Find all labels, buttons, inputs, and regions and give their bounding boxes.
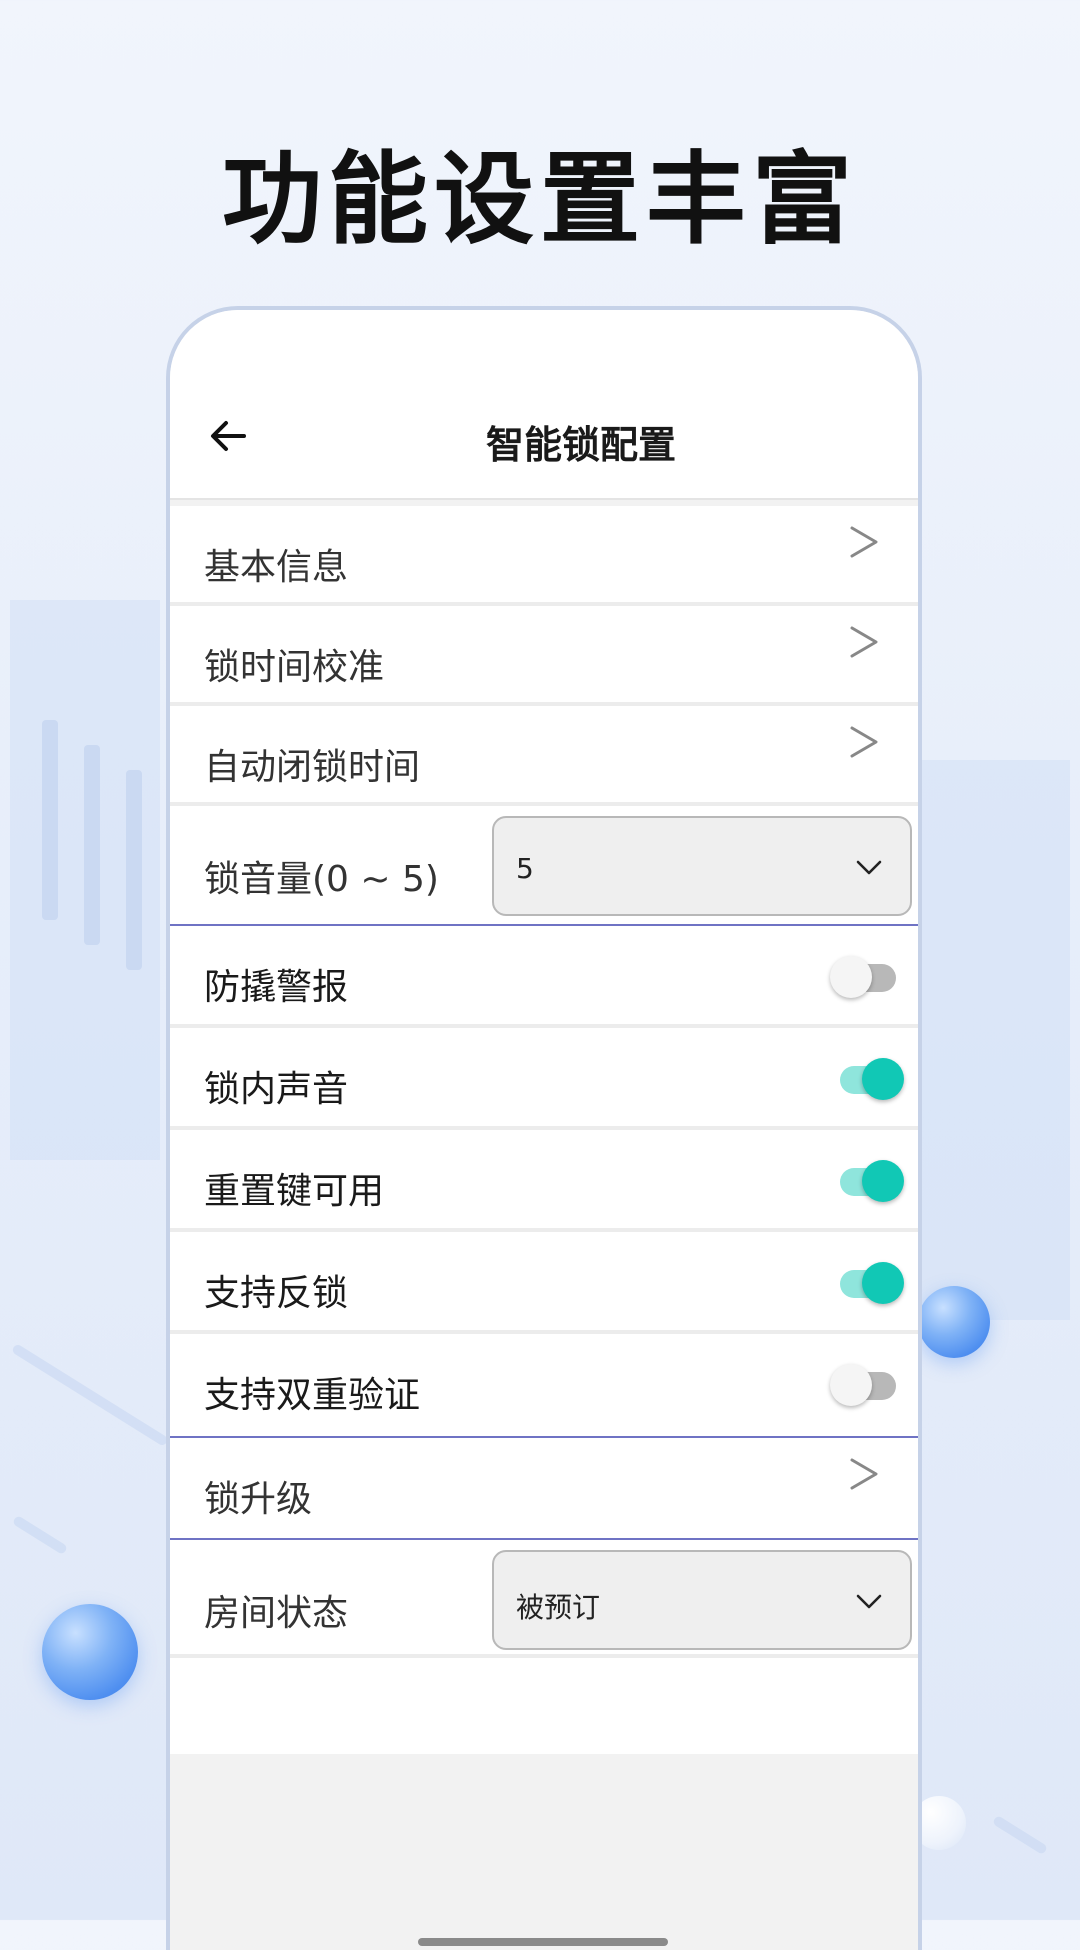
toggle-row-reset-key: 重置键可用	[170, 1130, 918, 1232]
menu-item-lock-upgrade[interactable]: 锁升级	[170, 1438, 918, 1538]
toggle-switch[interactable]	[830, 1052, 904, 1104]
room-status-label: 房间状态	[204, 1593, 349, 1634]
menu-item-lock-time-calibration[interactable]: 锁时间校准	[170, 606, 918, 706]
bg-stripe	[11, 1343, 169, 1447]
toggle-row-two-factor: 支持双重验证	[170, 1334, 918, 1436]
volume-select-value: 5	[516, 852, 534, 885]
menu-item-label: 基本信息	[204, 547, 349, 588]
volume-select[interactable]: 5	[492, 816, 912, 916]
room-status-select[interactable]: 被预订	[492, 1550, 912, 1650]
menu-item-label: 锁时间校准	[204, 647, 385, 688]
toggle-switch[interactable]	[830, 1154, 904, 1206]
toggle-switch[interactable]	[830, 1358, 904, 1410]
chevron-down-icon	[856, 860, 882, 875]
toggle-label: 重置键可用	[204, 1171, 385, 1212]
chevron-right-icon	[850, 626, 878, 658]
toggle-row-deadlock: 支持反锁	[170, 1232, 918, 1334]
toggle-label: 防撬警报	[204, 967, 349, 1008]
home-indicator[interactable]	[418, 1938, 668, 1946]
chevron-right-icon	[850, 1458, 878, 1490]
toggle-label: 锁内声音	[204, 1069, 349, 1110]
toggle-row-lock-sound: 锁内声音	[170, 1028, 918, 1130]
menu-item-basic-info[interactable]: 基本信息	[170, 506, 918, 606]
app-header: 智能锁配置	[170, 310, 918, 500]
toggle-label: 支持反锁	[204, 1273, 349, 1314]
room-status-row: 房间状态 被预订	[170, 1540, 918, 1658]
screen-title: 智能锁配置	[485, 423, 676, 467]
bg-column	[126, 770, 142, 970]
room-status-value: 被预订	[516, 1591, 601, 1624]
bg-stripe	[11, 1514, 69, 1556]
bg-stripe	[991, 1814, 1049, 1856]
volume-setting-row: 锁音量(0 ~ 5) 5	[170, 806, 918, 924]
toggle-switch[interactable]	[830, 1256, 904, 1308]
chevron-right-icon	[850, 526, 878, 558]
menu-item-auto-lock-time[interactable]: 自动闭锁时间	[170, 706, 918, 806]
menu-item-label: 自动闭锁时间	[204, 747, 421, 788]
menu-item-label: 锁升级	[204, 1479, 313, 1520]
bg-column	[84, 745, 100, 945]
chevron-down-icon	[856, 1594, 882, 1609]
phone-frame: 智能锁配置 基本信息 锁时间校准 自动闭锁时间 锁音量(0 ~ 5) 5 防撬警…	[166, 306, 922, 1950]
headline: 功能设置丰富	[222, 141, 858, 258]
toggle-label: 支持双重验证	[204, 1375, 421, 1416]
decorative-sphere	[918, 1286, 990, 1358]
decorative-sphere	[42, 1604, 138, 1700]
settings-list: 基本信息 锁时间校准 自动闭锁时间 锁音量(0 ~ 5) 5 防撬警报 锁内声音…	[170, 506, 918, 1754]
bg-column	[42, 720, 58, 920]
toggle-switch[interactable]	[830, 950, 904, 1002]
bg-building	[920, 760, 1070, 1320]
toggle-row-tamper-alarm: 防撬警报	[170, 926, 918, 1028]
volume-label: 锁音量(0 ~ 5)	[204, 859, 439, 900]
chevron-right-icon	[850, 726, 878, 758]
empty-row	[170, 1658, 918, 1754]
